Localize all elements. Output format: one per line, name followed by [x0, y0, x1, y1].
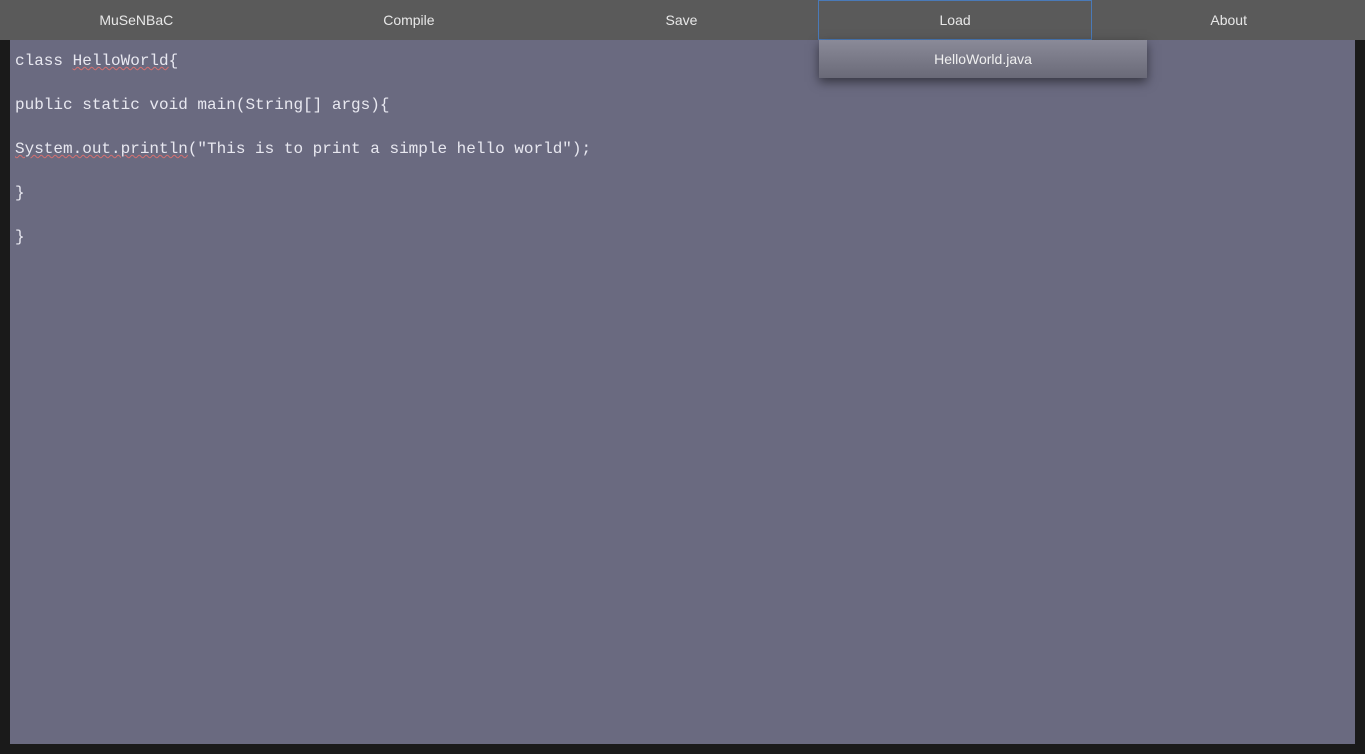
dropdown-item-label: HelloWorld.java [934, 51, 1032, 67]
code-line: System.out.println("This is to print a s… [15, 138, 1350, 160]
code-line [15, 72, 1350, 94]
dropdown-item-file[interactable]: HelloWorld.java [819, 40, 1147, 78]
menu-item-label: Compile [383, 12, 434, 28]
code-line: class HelloWorld{ [15, 50, 1350, 72]
menu-item-about[interactable]: About [1092, 0, 1365, 40]
code-line: } [15, 182, 1350, 204]
menu-item-label: Save [666, 12, 698, 28]
menubar: MuSeNBaC Compile Save Load About [0, 0, 1365, 40]
menu-item-load[interactable]: Load [818, 0, 1093, 40]
code-line [15, 160, 1350, 182]
menu-item-label: About [1210, 12, 1247, 28]
code-line [15, 116, 1350, 138]
load-dropdown: HelloWorld.java [819, 40, 1147, 78]
menu-item-musenbac[interactable]: MuSeNBaC [0, 0, 273, 40]
code-line [15, 204, 1350, 226]
menu-item-save[interactable]: Save [545, 0, 818, 40]
menu-item-label: Load [940, 12, 971, 28]
menu-item-label: MuSeNBaC [99, 12, 173, 28]
code-line: public static void main(String[] args){ [15, 94, 1350, 116]
code-editor[interactable]: class HelloWorld{ public static void mai… [10, 40, 1355, 744]
code-line: } [15, 226, 1350, 248]
menu-item-compile[interactable]: Compile [273, 0, 546, 40]
